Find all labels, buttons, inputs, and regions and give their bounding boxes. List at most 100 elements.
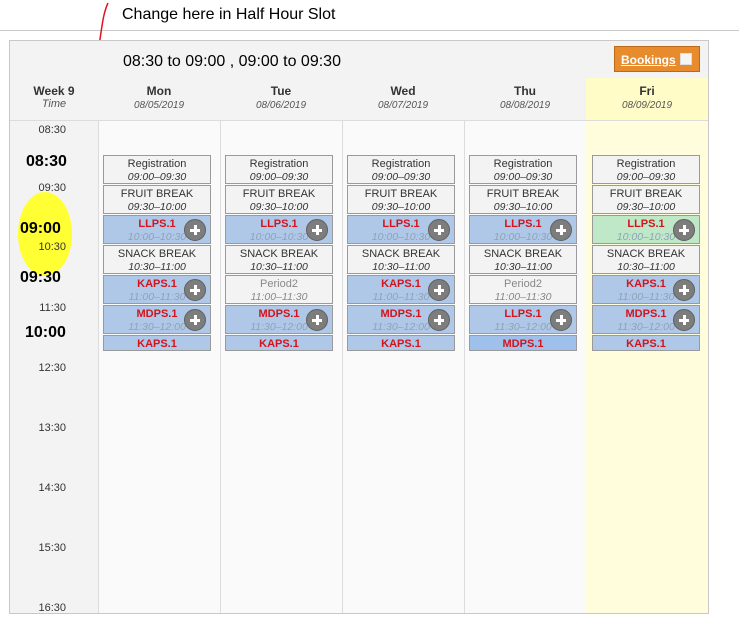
slot-lesson[interactable]: LLPS.1 11:30–12:00 bbox=[469, 305, 577, 334]
day-date: 08/08/2019 bbox=[499, 100, 551, 111]
big-time-label: 09:30 bbox=[20, 269, 61, 286]
time-column: Week 9 Time 08:30 08:30 09:30 09:00 10:3… bbox=[10, 78, 99, 614]
bookings-checkbox[interactable] bbox=[680, 53, 692, 65]
slot-lesson[interactable]: MDPS.1 11:30–12:00 bbox=[592, 305, 700, 334]
slot-registration[interactable]: Registration 09:00–09:30 bbox=[592, 155, 700, 184]
day-header: Tue 08/06/2019 bbox=[220, 78, 342, 121]
slot-registration[interactable]: Registration 09:00–09:30 bbox=[225, 155, 333, 184]
slot-lesson[interactable]: KAPS.1 bbox=[225, 335, 333, 351]
add-icon[interactable] bbox=[184, 279, 206, 301]
calendar-header: 08:30 to 09:00 , 09:00 to 09:30 Bookings bbox=[10, 41, 708, 79]
add-icon[interactable] bbox=[673, 279, 695, 301]
slot-time: 10:30–11:00 bbox=[250, 261, 308, 273]
add-icon[interactable] bbox=[550, 309, 572, 331]
add-icon[interactable] bbox=[184, 219, 206, 241]
add-icon[interactable] bbox=[428, 279, 450, 301]
slot-period[interactable]: Period2 11:00–11:30 bbox=[469, 275, 577, 304]
slot-fruit-break[interactable]: FRUIT BREAK 09:30–10:00 bbox=[103, 185, 211, 214]
slot-lesson[interactable]: MDPS.1 11:30–12:00 bbox=[103, 305, 211, 334]
slot-registration[interactable]: Registration 09:00–09:30 bbox=[347, 155, 455, 184]
slot-time: 09:30–10:00 bbox=[249, 201, 309, 213]
day-date: 08/05/2019 bbox=[133, 100, 185, 111]
slot-title: FRUIT BREAK bbox=[120, 188, 194, 200]
range-title: 08:30 to 09:00 , 09:00 to 09:30 bbox=[123, 53, 341, 70]
slot-title: SNACK BREAK bbox=[117, 248, 197, 260]
slot-lesson[interactable]: KAPS.1 bbox=[103, 335, 211, 351]
slot-lesson[interactable]: KAPS.1 11:00–11:30 bbox=[103, 275, 211, 304]
slot-title: FRUIT BREAK bbox=[242, 188, 316, 200]
slot-fruit-break[interactable]: FRUIT BREAK 09:30–10:00 bbox=[469, 185, 577, 214]
slot-lesson[interactable]: MDPS.1 bbox=[469, 335, 577, 351]
add-icon[interactable] bbox=[673, 309, 695, 331]
add-icon[interactable] bbox=[306, 309, 328, 331]
slot-title: FRUIT BREAK bbox=[364, 188, 438, 200]
slot-title: KAPS.1 bbox=[137, 338, 177, 350]
slot-time: 09:00–09:30 bbox=[371, 171, 431, 183]
day-column-wed: Wed 08/07/2019 Registration 09:00–09:30 F… bbox=[342, 78, 465, 613]
slot-title: KAPS.1 bbox=[626, 338, 666, 350]
slot-registration[interactable]: Registration 09:00–09:30 bbox=[103, 155, 211, 184]
slot-lesson[interactable]: LLPS.1 10:00–10:30 bbox=[347, 215, 455, 244]
add-icon[interactable] bbox=[428, 219, 450, 241]
big-time-label: 10:00 bbox=[25, 324, 66, 341]
slot-lesson[interactable]: KAPS.1 11:00–11:30 bbox=[347, 275, 455, 304]
slot-lesson[interactable]: KAPS.1 bbox=[347, 335, 455, 351]
slot-time: 09:00–09:30 bbox=[616, 171, 676, 183]
slot-time: 09:00–09:30 bbox=[127, 171, 187, 183]
add-icon[interactable] bbox=[306, 219, 328, 241]
slot-title: Period2 bbox=[504, 278, 542, 290]
day-name: Tue bbox=[270, 84, 292, 98]
slot-title: SNACK BREAK bbox=[606, 248, 686, 260]
slot-time: 09:00–09:30 bbox=[493, 171, 553, 183]
time-tick: 08:30 bbox=[38, 124, 66, 136]
slot-fruit-break[interactable]: FRUIT BREAK 09:30–10:00 bbox=[225, 185, 333, 214]
slot-snack-break[interactable]: SNACK BREAK 10:30–11:00 bbox=[469, 245, 577, 274]
add-icon[interactable] bbox=[673, 219, 695, 241]
slot-period[interactable]: Period2 11:00–11:30 bbox=[225, 275, 333, 304]
slot-lesson[interactable]: MDPS.1 11:30–12:00 bbox=[225, 305, 333, 334]
day-header: Thu 08/08/2019 bbox=[464, 78, 586, 121]
day-date: 08/09/2019 bbox=[621, 100, 673, 111]
add-icon[interactable] bbox=[550, 219, 572, 241]
slot-title: SNACK BREAK bbox=[239, 248, 319, 260]
slot-lesson[interactable]: MDPS.1 11:30–12:00 bbox=[347, 305, 455, 334]
slot-title: Registration bbox=[127, 158, 187, 170]
slot-snack-break[interactable]: SNACK BREAK 10:30–11:00 bbox=[347, 245, 455, 274]
slot-lesson[interactable]: KAPS.1 bbox=[592, 335, 700, 351]
time-tick: 16:30 bbox=[38, 602, 66, 614]
time-tick: 14:30 bbox=[38, 482, 66, 494]
slot-title: Registration bbox=[616, 158, 676, 170]
slot-time: 09:30–10:00 bbox=[127, 201, 187, 213]
slot-snack-break[interactable]: SNACK BREAK 10:30–11:00 bbox=[103, 245, 211, 274]
bookings-label[interactable]: Bookings bbox=[621, 53, 676, 67]
day-column-tue: Tue 08/06/2019 Registration 09:00–09:30 F… bbox=[220, 78, 343, 613]
slot-time: 10:30–11:00 bbox=[128, 261, 186, 273]
add-icon[interactable] bbox=[428, 309, 450, 331]
time-tick: 15:30 bbox=[38, 542, 66, 554]
day-date: 08/06/2019 bbox=[255, 100, 307, 111]
slot-snack-break[interactable]: SNACK BREAK 10:30–11:00 bbox=[225, 245, 333, 274]
slot-snack-break[interactable]: SNACK BREAK 10:30–11:00 bbox=[592, 245, 700, 274]
slot-fruit-break[interactable]: FRUIT BREAK 09:30–10:00 bbox=[592, 185, 700, 214]
slot-time: 09:30–10:00 bbox=[371, 201, 431, 213]
slot-time: 09:30–10:00 bbox=[493, 201, 553, 213]
slot-registration[interactable]: Registration 09:00–09:30 bbox=[469, 155, 577, 184]
slot-lesson[interactable]: LLPS.1 10:00–10:30 bbox=[103, 215, 211, 244]
slot-lesson[interactable]: LLPS.1 10:00–10:30 bbox=[592, 215, 700, 244]
slot-lesson[interactable]: LLPS.1 10:00–10:30 bbox=[469, 215, 577, 244]
day-column-thu: Thu 08/08/2019 Registration 09:00–09:30 F… bbox=[464, 78, 587, 613]
slot-lesson[interactable]: KAPS.1 11:00–11:30 bbox=[592, 275, 700, 304]
time-tick: 10:30 bbox=[38, 241, 66, 253]
slot-fruit-break[interactable]: FRUIT BREAK 09:30–10:00 bbox=[347, 185, 455, 214]
add-icon[interactable] bbox=[184, 309, 206, 331]
week-header: Week 9 Time bbox=[10, 78, 98, 121]
day-column-fri: Fri 08/09/2019 Registration 09:00–09:30 F… bbox=[586, 78, 708, 613]
slot-lesson[interactable]: LLPS.1 10:00–10:30 bbox=[225, 215, 333, 244]
day-date: 08/07/2019 bbox=[377, 100, 429, 111]
bookings-button[interactable]: Bookings bbox=[614, 46, 700, 72]
slot-title: FRUIT BREAK bbox=[486, 188, 560, 200]
slot-title: KAPS.1 bbox=[381, 338, 421, 350]
day-header: Fri 08/09/2019 bbox=[586, 78, 708, 121]
slot-time: 10:30–11:00 bbox=[372, 261, 430, 273]
slot-title: KAPS.1 bbox=[259, 338, 299, 350]
